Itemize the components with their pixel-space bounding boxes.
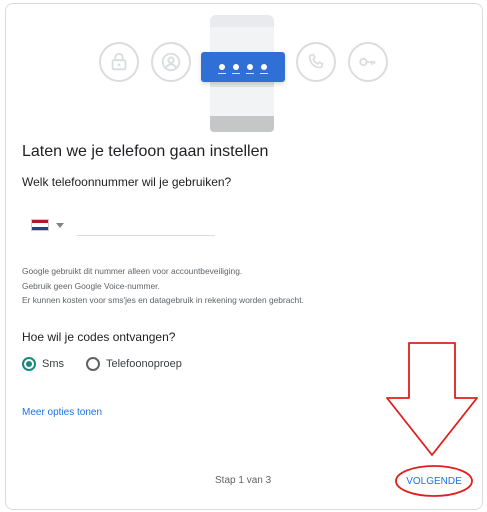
lock-icon [99,42,139,82]
call-radio[interactable] [86,357,100,371]
codes-question: Hoe wil je codes ontvangen? [22,330,176,344]
illustration [0,0,487,135]
phone-icon [296,42,336,82]
phone-info: Google gebruikt dit nummer alleen voor a… [22,264,304,308]
call-label: Telefoonoproep [106,358,182,370]
call-option[interactable]: Telefoonoproep [86,357,182,371]
page-title: Laten we je telefoon gaan instellen [22,143,269,160]
country-select[interactable] [31,219,64,231]
info-line: Google gebruikt dit nummer alleen voor a… [22,266,243,276]
next-button[interactable]: VOLGENDE [399,469,469,493]
step-indicator: Stap 1 van 3 [215,475,272,486]
more-options-link[interactable]: Meer opties tonen [22,407,102,418]
caret-down-icon [56,222,64,228]
info-line: Er kunnen kosten voor sms'jes en datageb… [22,295,304,305]
phone-number-input[interactable] [77,214,215,236]
sms-label: Sms [42,358,64,370]
sms-radio[interactable] [22,357,36,371]
account-circle-icon [151,42,191,82]
info-line: Gebruik geen Google Voice-nummer. [22,280,160,291]
key-icon [348,42,388,82]
phone-question: Welk telefoonnummer wil je gebruiken? [22,175,232,189]
netherlands-flag-icon [31,219,49,231]
pin-code-box [201,52,285,82]
sms-option[interactable]: Sms [22,357,64,371]
